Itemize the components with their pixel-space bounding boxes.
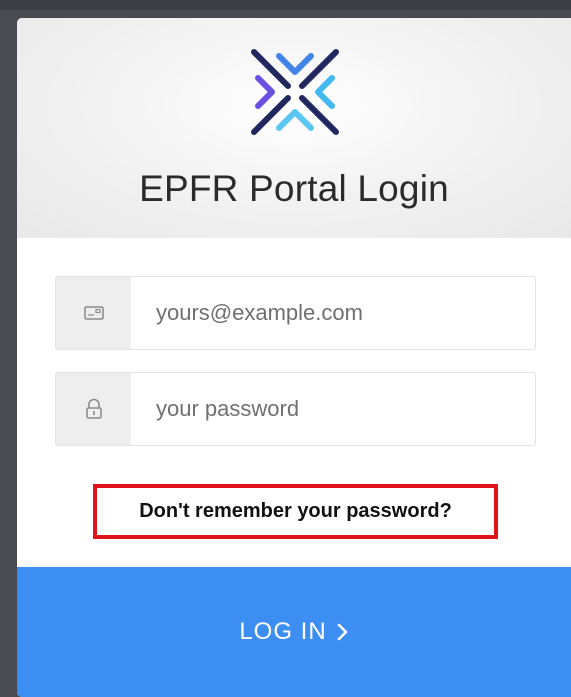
email-icon-box — [56, 277, 131, 349]
forgot-password-label: Don't remember your password? — [139, 500, 452, 522]
password-field — [55, 372, 536, 446]
email-input[interactable] — [156, 277, 526, 349]
password-icon-box — [56, 373, 131, 445]
epfr-x-logo — [251, 49, 339, 135]
email-field — [55, 276, 536, 350]
login-button[interactable]: LOG IN — [17, 567, 571, 697]
email-card-icon — [83, 306, 104, 320]
card-header: EPFR Portal Login — [17, 18, 571, 238]
login-card: EPFR Portal Login Don't remember your pa… — [17, 18, 571, 697]
password-input[interactable] — [156, 373, 526, 445]
chevron-right-icon — [337, 623, 349, 641]
lock-icon — [85, 398, 102, 419]
forgot-password-link[interactable]: Don't remember your password? — [93, 484, 498, 539]
page-title: EPFR Portal Login — [139, 168, 449, 209]
login-button-label: LOG IN — [239, 618, 327, 645]
window-frame — [0, 0, 571, 10]
